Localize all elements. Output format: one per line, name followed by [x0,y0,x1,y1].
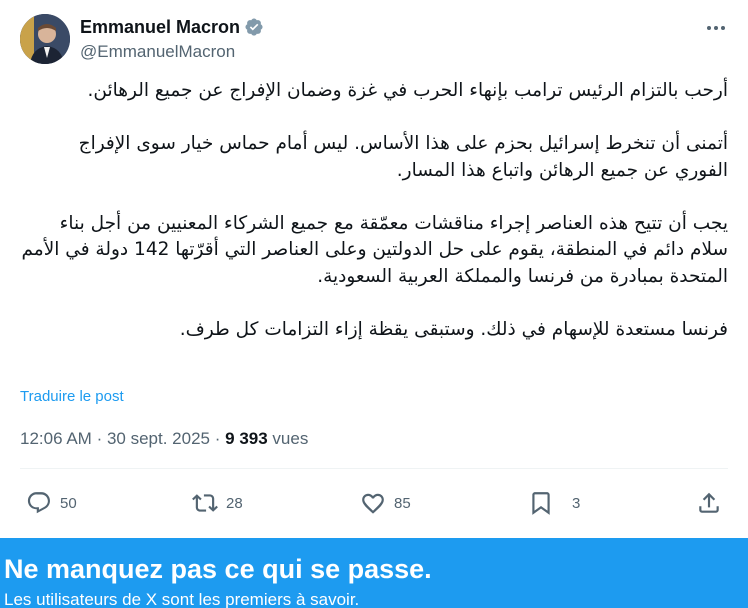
like-count: 85 [394,494,411,512]
banner-subtitle: Les utilisateurs de X sont les premiers … [4,590,360,608]
bookmark-icon [532,492,550,515]
banner-title: Ne manquez pas ce qui se passe. [4,554,432,584]
heart-icon [362,493,384,514]
tweet-text: أرحب بالتزام الرئيس ترامب بإنهاء الحرب ف… [20,78,729,343]
bookmark-button[interactable]: 3 [528,486,580,520]
views-label: vues [272,429,309,448]
divider [20,468,728,469]
author-handle[interactable]: @EmmanuelMacron [80,42,264,62]
meta-separator: · [214,429,221,448]
tweet-header: Emmanuel Macron @EmmanuelMacron [20,14,736,66]
repost-count: 28 [226,494,243,512]
author-name[interactable]: Emmanuel Macron [80,17,240,38]
views-count: 9 393 [225,429,268,448]
share-icon [699,492,719,513]
avatar[interactable] [20,14,70,64]
translate-post-link[interactable]: Traduire le post [20,388,124,405]
repost-icon [192,494,218,512]
reply-icon [27,492,50,514]
reply-button[interactable]: 50 [26,486,77,520]
signup-banner: Ne manquez pas ce qui se passe. Les util… [0,538,748,608]
repost-button[interactable]: 28 [192,486,243,520]
verified-badge-icon [245,18,263,36]
meta-separator: · [96,429,103,448]
tweet-time[interactable]: 12:06 AM [20,429,92,448]
more-options-icon[interactable] [704,16,728,40]
like-button[interactable]: 85 [360,486,411,520]
share-button[interactable] [696,486,722,520]
tweet-paragraph: أتمنى أن تنخرط إسرائيل بحزم على هذا الأس… [78,133,728,181]
reply-count: 50 [60,494,77,512]
tweet-date[interactable]: 30 sept. 2025 [107,429,210,448]
tweet-meta: 12:06 AM · 30 sept. 2025 · 9 393 vues [20,429,308,449]
action-bar: 50 28 85 3 [20,486,728,520]
tweet-paragraph: يجب أن تتيح هذه العناصر إجراء مناقشات مع… [21,212,729,287]
tweet-paragraph: أرحب بالتزام الرئيس ترامب بإنهاء الحرب ف… [87,80,728,101]
bookmark-count: 3 [572,494,581,512]
tweet-paragraph: فرنسا مستعدة للإسهام في ذلك. وستبقى يقظة… [179,318,728,340]
